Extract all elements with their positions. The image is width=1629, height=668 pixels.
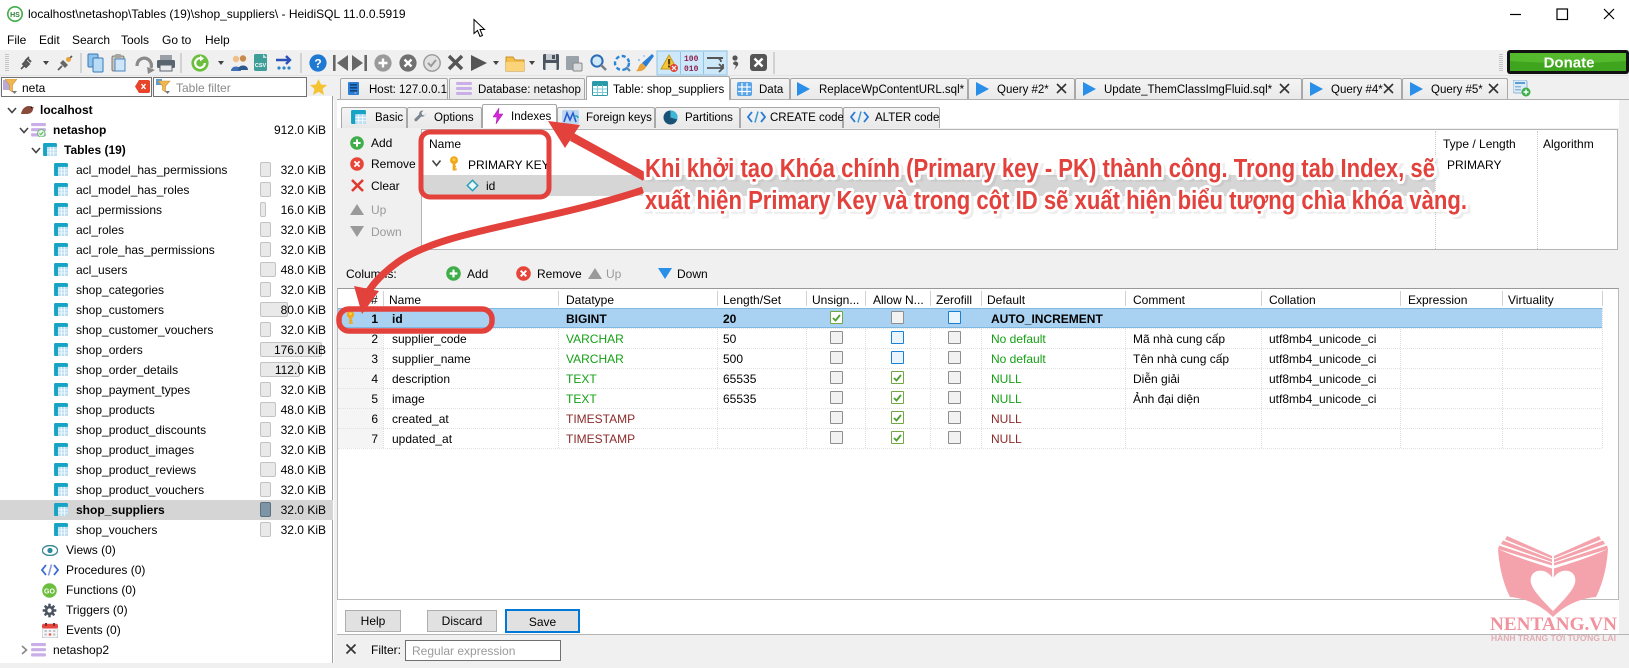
svg-text:010: 010 <box>684 65 699 74</box>
svg-text:100: 100 <box>684 55 699 64</box>
svg-text:HS: HS <box>10 12 20 19</box>
svg-text:GO: GO <box>44 589 55 596</box>
svg-text:CSV: CSV <box>255 63 267 69</box>
svg-text:Donate: Donate <box>1544 55 1595 72</box>
svg-text:?: ? <box>314 57 321 71</box>
